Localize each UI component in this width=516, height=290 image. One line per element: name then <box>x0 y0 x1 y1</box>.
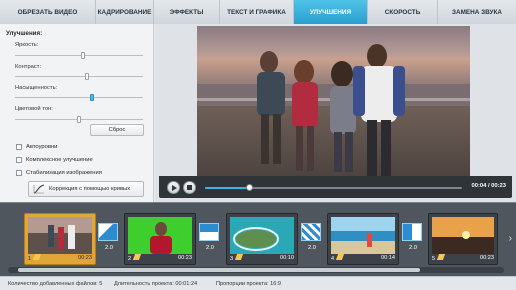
hue-label: Цветовой тон: <box>15 106 53 112</box>
checkbox-box[interactable] <box>16 157 22 163</box>
preview-area: 00:04 / 00:23 <box>155 24 516 202</box>
reset-button[interactable]: Сброс <box>90 124 144 136</box>
transition[interactable]: 2.0 <box>301 223 323 257</box>
timeline-clip[interactable]: 2 00:23 <box>124 213 196 265</box>
tab-effects[interactable]: ЭФФЕКТЫ <box>154 0 220 24</box>
tab-replace-audio[interactable]: ЗАМЕНА ЗВУКА <box>438 0 516 24</box>
tab-enhance[interactable]: УЛУЧШЕНИЯ <box>294 0 368 24</box>
clip-number: 5 <box>432 255 436 262</box>
contrast-slider[interactable] <box>15 73 143 80</box>
checkbox-box[interactable] <box>16 170 22 176</box>
tab-bar: ОБРЕЗАТЬ ВИДЕО КАДРИРОВАНИЕ ЭФФЕКТЫ ТЕКС… <box>0 0 516 24</box>
stop-button[interactable] <box>183 181 196 194</box>
transition[interactable]: 2.0 <box>402 223 424 257</box>
brightness-label: Яркость: <box>15 42 39 48</box>
timeline-clip[interactable]: 5 00:23 <box>428 213 498 265</box>
tab-speed[interactable]: СКОРОСТЬ <box>368 0 438 24</box>
pencil-icon[interactable] <box>437 253 446 260</box>
clip-duration: 00:23 <box>78 254 92 261</box>
tab-trim[interactable]: ОБРЕЗАТЬ ВИДЕО <box>0 0 96 24</box>
video-preview <box>197 26 470 176</box>
transition[interactable]: 2.0 <box>199 223 221 257</box>
seek-bar-handle[interactable] <box>245 184 253 191</box>
time-display: 00:04 / 00:23 <box>471 183 506 189</box>
tab-crop[interactable]: КАДРИРОВАНИЕ <box>96 0 154 24</box>
timeline: 1 00:23 2.0 2 00:23 2.0 3 00:10 2.0 4 00:14 … <box>0 202 516 276</box>
clip-thumbnail <box>28 217 92 254</box>
transition-duration: 2.0 <box>104 245 114 251</box>
enhance-title: Улучшения: <box>6 30 43 37</box>
player-controls: 00:04 / 00:23 <box>159 176 512 198</box>
contrast-slider-thumb[interactable] <box>84 73 89 80</box>
transition-icon <box>402 223 422 241</box>
timeline-clip[interactable]: 3 00:10 <box>226 213 298 265</box>
saturation-slider[interactable] <box>15 94 143 101</box>
seek-bar-progress <box>205 187 249 189</box>
clip-duration: 00:23 <box>480 254 494 261</box>
stabilization-label: Стабилизация изображения <box>26 170 102 176</box>
curve-icon <box>33 184 45 194</box>
clip-number: 3 <box>230 255 234 262</box>
clip-duration: 00:10 <box>280 254 294 261</box>
timeline-scrollbar-thumb[interactable] <box>18 268 420 272</box>
curves-label: Коррекция с помощью кривых <box>49 186 131 192</box>
clip-number: 4 <box>331 255 335 262</box>
clip-number: 2 <box>128 255 132 262</box>
contrast-label: Контраст: <box>15 64 42 70</box>
seek-bar[interactable] <box>205 184 462 191</box>
play-button[interactable] <box>167 181 180 194</box>
saturation-slider-thumb[interactable] <box>89 94 94 101</box>
complex-enhance-label: Комплексное улучшение <box>26 157 93 163</box>
files-count: Количество добавленных файлов: 5 <box>8 280 103 287</box>
pencil-icon[interactable] <box>133 253 142 260</box>
play-icon <box>171 184 177 191</box>
transition-icon <box>98 223 118 241</box>
clip-thumbnail <box>331 217 395 254</box>
transition[interactable]: 2.0 <box>98 223 120 257</box>
transition-icon <box>301 223 321 241</box>
transition-duration: 2.0 <box>408 245 418 251</box>
transition-icon <box>199 223 219 241</box>
checkbox-box[interactable] <box>16 144 22 150</box>
beach-friends-frame <box>197 26 470 176</box>
stabilization-checkbox[interactable]: Стабилизация изображения <box>16 170 102 176</box>
timeline-clip[interactable]: 1 00:23 <box>24 213 96 265</box>
clip-duration: 00:23 <box>178 254 192 261</box>
curves-button[interactable]: Коррекция с помощью кривых <box>28 181 144 197</box>
clip-thumbnail <box>432 217 494 254</box>
timeline-scrollbar[interactable] <box>8 267 504 273</box>
pencil-icon[interactable] <box>33 253 42 260</box>
saturation-label: Насыщенность: <box>15 85 58 91</box>
status-bar: Количество добавленных файлов: 5 Длитель… <box>0 276 516 290</box>
clip-thumbnail <box>230 217 294 254</box>
pencil-icon[interactable] <box>336 253 345 260</box>
brightness-slider[interactable] <box>15 52 143 59</box>
chevron-right-icon[interactable]: › <box>509 233 512 244</box>
enhancement-panel: Улучшения: Яркость: Контраст: Насыщеннос… <box>0 24 154 202</box>
timeline-clip[interactable]: 4 00:14 <box>327 213 399 265</box>
tab-text-graphics[interactable]: ТЕКСТ И ГРАФИКА <box>220 0 294 24</box>
clip-thumbnail <box>128 217 192 254</box>
hue-slider[interactable] <box>15 116 143 123</box>
brightness-slider-thumb[interactable] <box>80 52 85 59</box>
pencil-icon[interactable] <box>235 253 244 260</box>
auto-levels-label: Автоуровни <box>26 144 58 150</box>
clip-duration: 00:14 <box>381 254 395 261</box>
auto-levels-checkbox[interactable]: Автоуровни <box>16 144 57 150</box>
project-duration: Длительность проекта: 00:01:24 <box>114 280 198 287</box>
clip-number: 1 <box>28 255 32 262</box>
transition-duration: 2.0 <box>205 245 215 251</box>
stop-icon <box>187 185 192 190</box>
hue-slider-thumb[interactable] <box>77 116 81 123</box>
transition-duration: 2.0 <box>307 245 317 251</box>
complex-enhance-checkbox[interactable]: Комплексное улучшение <box>16 157 93 163</box>
project-ratio: Пропорции проекта: 16:9 <box>216 280 281 287</box>
